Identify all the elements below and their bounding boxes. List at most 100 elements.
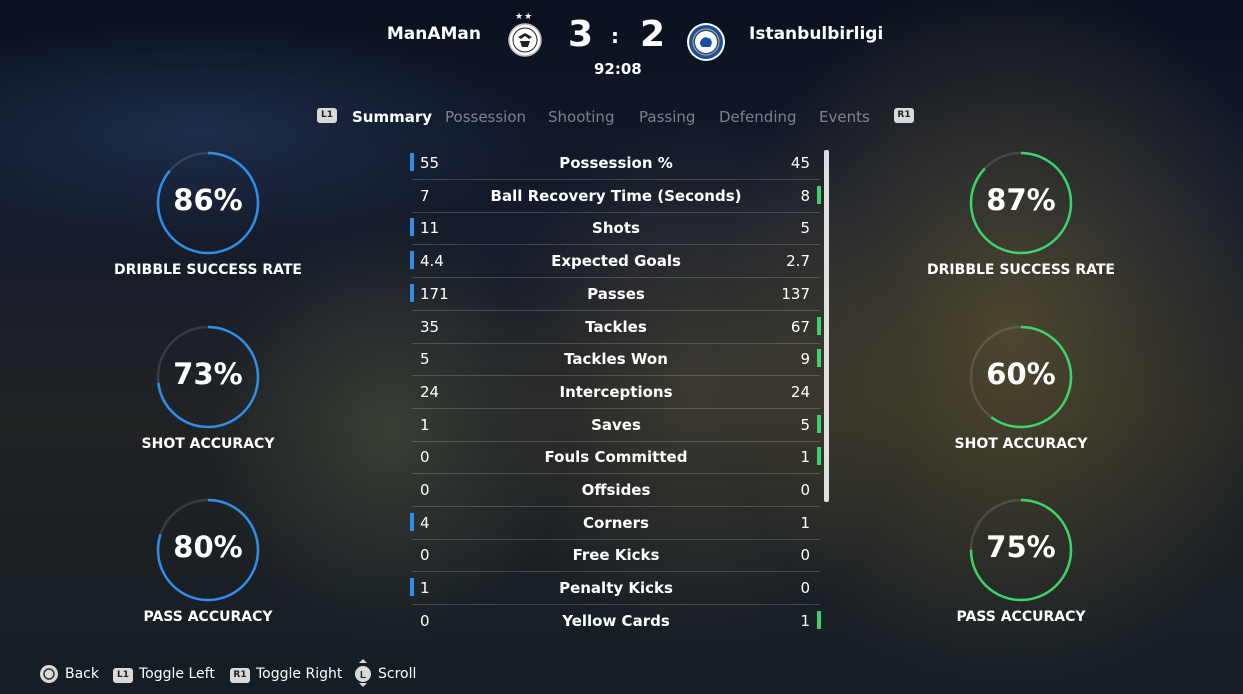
stat-label: Shots bbox=[592, 219, 640, 238]
away-stat-value: 0 bbox=[800, 579, 810, 598]
home-lead-bar bbox=[410, 218, 414, 237]
home-lead-bar bbox=[410, 283, 414, 302]
tab-shooting[interactable]: Shooting bbox=[548, 108, 614, 126]
home-lead-bar bbox=[410, 578, 414, 597]
l1-button-icon[interactable]: L1 bbox=[317, 108, 337, 123]
ring-label: SHOT ACCURACY bbox=[141, 435, 275, 452]
tab-defending[interactable]: Defending bbox=[719, 108, 797, 126]
stat-row: 11 Shots 5 bbox=[406, 213, 826, 246]
ring-percentage: 86% bbox=[173, 183, 243, 217]
home-team-name: ManAMan bbox=[386, 24, 481, 44]
toggle-right-hint[interactable]: Toggle Right bbox=[256, 666, 342, 682]
away-lead-bar bbox=[817, 349, 821, 368]
stat-label: Passes bbox=[587, 284, 645, 303]
ring-percentage: 87% bbox=[986, 183, 1056, 217]
stat-row: 4.4 Expected Goals 2.7 bbox=[406, 246, 826, 279]
score-separator: : bbox=[611, 24, 619, 48]
ring-label: DRIBBLE SUCCESS RATE bbox=[114, 262, 302, 278]
away-score: 2 bbox=[640, 14, 666, 55]
away-stat-value: 45 bbox=[790, 154, 810, 172]
stat-label: Saves bbox=[591, 415, 641, 434]
away-stat-value: 2.7 bbox=[786, 252, 810, 271]
away-stat-value: 0 bbox=[800, 481, 810, 499]
match-clock: 92:08 bbox=[594, 60, 642, 78]
away-lead-bar bbox=[817, 414, 821, 433]
away-stat-value: 1 bbox=[800, 513, 810, 532]
away-stat-value: 9 bbox=[800, 350, 810, 369]
stat-row: 0 Offsides 0 bbox=[406, 475, 826, 507]
stat-label: Possession % bbox=[559, 154, 673, 172]
scroll-hint[interactable]: Scroll bbox=[378, 666, 416, 682]
stat-row: 1 Penalty Kicks 0 bbox=[406, 573, 826, 606]
stat-row: 1 Saves 5 bbox=[406, 410, 826, 442]
home-stat-value: 1 bbox=[420, 415, 430, 434]
away-lead-bar bbox=[817, 316, 821, 335]
r1-button-icon[interactable]: R1 bbox=[894, 108, 914, 123]
stats-scrollbar[interactable] bbox=[824, 150, 829, 502]
tab-possession[interactable]: Possession bbox=[445, 108, 526, 126]
away-lead-bar bbox=[817, 185, 821, 204]
away-stat-value: 67 bbox=[790, 317, 810, 336]
stat-row: 24 Interceptions 24 bbox=[406, 377, 826, 409]
away-stat-value: 5 bbox=[800, 219, 810, 238]
home-stars: ★★ bbox=[515, 12, 534, 22]
toggle-left-hint[interactable]: Toggle Left bbox=[139, 666, 215, 682]
svg-text:L: L bbox=[360, 670, 366, 681]
away-ring-0: 87% bbox=[967, 149, 1075, 257]
left-stick-icon: L bbox=[353, 658, 373, 688]
home-stat-value: 1 bbox=[420, 579, 430, 598]
home-stat-value: 4 bbox=[420, 513, 430, 532]
home-lead-bar bbox=[410, 153, 414, 171]
home-stat-value: 24 bbox=[420, 382, 440, 401]
circle-button-icon bbox=[39, 664, 59, 684]
home-lead-bar bbox=[410, 251, 414, 270]
stat-label: Ball Recovery Time (Seconds) bbox=[490, 186, 742, 205]
r1-hint-icon: R1 bbox=[230, 668, 250, 683]
home-ring-0: 86% bbox=[154, 149, 262, 257]
stat-label: Free Kicks bbox=[572, 546, 660, 565]
home-lead-bar bbox=[410, 512, 414, 531]
ring-label: PASS ACCURACY bbox=[956, 609, 1086, 625]
away-stat-value: 1 bbox=[800, 611, 810, 630]
away-stat-value: 8 bbox=[800, 186, 810, 205]
stat-row: 4 Corners 1 bbox=[406, 508, 826, 540]
home-ring-1: 73% bbox=[154, 323, 262, 431]
stat-label: Corners bbox=[583, 513, 649, 532]
ring-label: PASS ACCURACY bbox=[143, 609, 273, 625]
stat-label: Penalty Kicks bbox=[559, 579, 673, 598]
tab-passing[interactable]: Passing bbox=[639, 108, 695, 126]
stat-label: Fouls Committed bbox=[544, 448, 688, 467]
stat-row: 0 Fouls Committed 1 bbox=[406, 442, 826, 475]
stat-label: Expected Goals bbox=[551, 252, 681, 271]
stat-row: 0 Free Kicks 0 bbox=[406, 540, 826, 573]
home-stat-value: 35 bbox=[420, 317, 440, 336]
home-stat-value: 0 bbox=[420, 448, 430, 467]
tab-summary[interactable]: Summary bbox=[352, 108, 432, 126]
away-stat-value: 1 bbox=[800, 448, 810, 467]
tab-events[interactable]: Events bbox=[819, 108, 870, 126]
away-ring-1: 60% bbox=[967, 323, 1075, 431]
stat-row: 55 Possession % 45 bbox=[406, 148, 826, 180]
home-score: 3 bbox=[568, 14, 594, 55]
back-hint[interactable]: Back bbox=[65, 666, 99, 682]
ring-label: SHOT ACCURACY bbox=[954, 435, 1088, 452]
home-stat-value: 0 bbox=[420, 481, 430, 499]
ring-percentage: 80% bbox=[173, 530, 243, 564]
stat-row: 35 Tackles 67 bbox=[406, 312, 826, 344]
away-lead-bar bbox=[817, 447, 821, 466]
stat-row: 5 Tackles Won 9 bbox=[406, 344, 826, 377]
home-stat-value: 0 bbox=[420, 546, 430, 565]
home-stat-value: 7 bbox=[420, 186, 430, 205]
ring-label: DRIBBLE SUCCESS RATE bbox=[927, 262, 1115, 278]
away-lead-bar bbox=[817, 610, 821, 629]
away-ring-2: 75% bbox=[967, 496, 1075, 604]
away-stat-value: 24 bbox=[790, 382, 810, 401]
stat-row: 171 Passes 137 bbox=[406, 279, 826, 311]
ring-percentage: 60% bbox=[986, 356, 1056, 391]
stat-label: Tackles bbox=[585, 317, 647, 336]
ring-percentage: 75% bbox=[986, 530, 1056, 564]
stat-row: 7 Ball Recovery Time (Seconds) 8 bbox=[406, 181, 826, 213]
home-crest-icon bbox=[507, 22, 543, 58]
stat-label: Yellow Cards bbox=[562, 611, 670, 630]
home-stat-value: 0 bbox=[420, 611, 430, 630]
